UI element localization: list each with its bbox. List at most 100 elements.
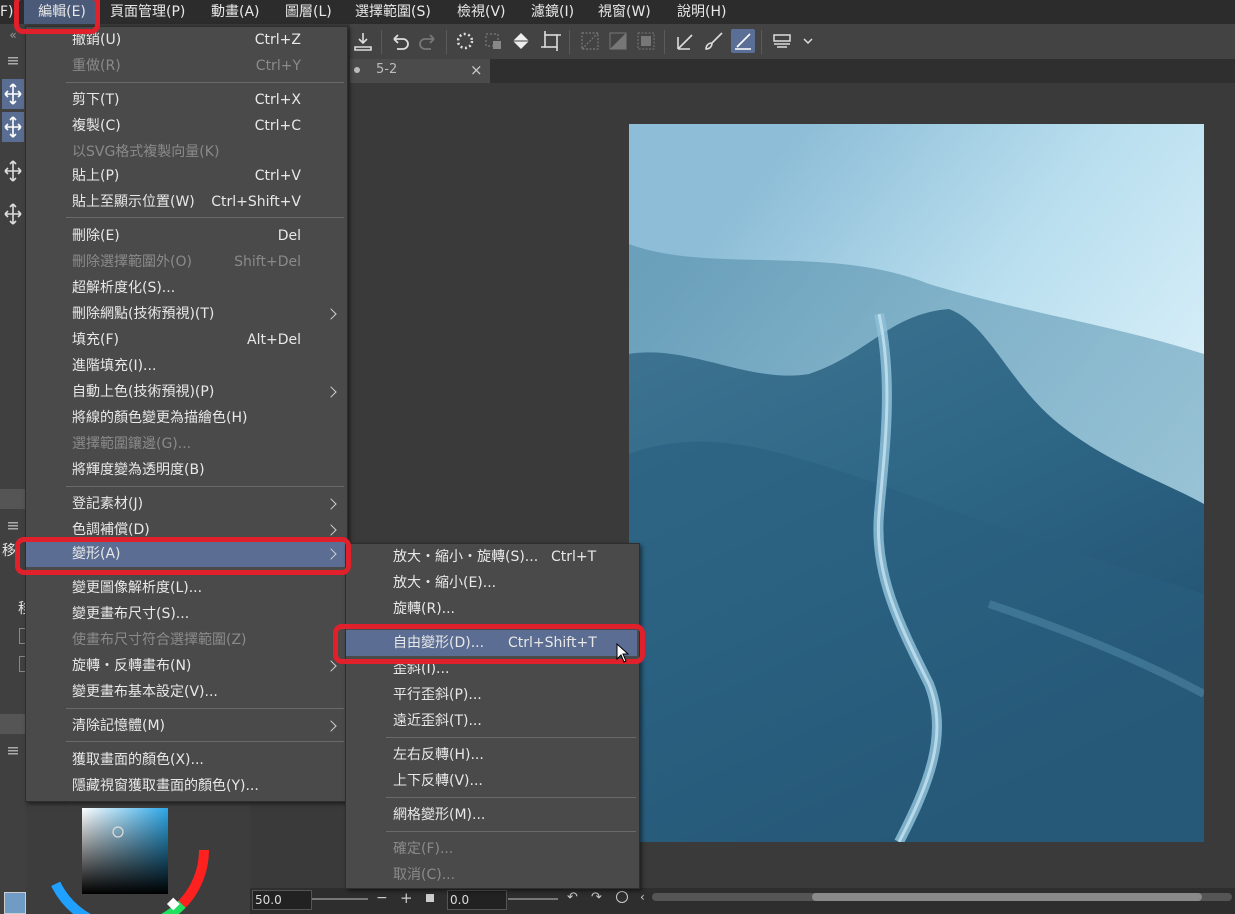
menu-item-shortcut: Ctrl+X: [254, 92, 301, 108]
line-pen-icon[interactable]: [674, 29, 698, 53]
move-grid-button[interactable]: [2, 199, 24, 229]
transform-menu-item[interactable]: 左右反轉(H)...: [346, 742, 637, 768]
edit-menu-item[interactable]: 貼上至顯示位置(W) Ctrl+Shift+V: [26, 189, 345, 215]
rotate-right-icon[interactable]: ↷: [591, 890, 605, 905]
edit-menu-item[interactable]: 將輝度變為透明度(B): [26, 457, 345, 483]
menu-item-label: 貼上(P): [72, 168, 120, 184]
edit-menu-item[interactable]: 複製(C) Ctrl+C: [26, 113, 345, 139]
move-icon: [4, 83, 22, 105]
edit-menu-item[interactable]: 將線的顏色變更為描繪色(H): [26, 405, 345, 431]
zoom-out-button[interactable]: −: [376, 890, 388, 906]
ruler-icon[interactable]: [578, 29, 602, 53]
submenu-arrow-icon: [325, 498, 337, 510]
layer-settings-icon[interactable]: [770, 29, 794, 53]
transform-menu-item[interactable]: 網格變形(M)...: [346, 802, 637, 828]
color-wheel[interactable]: [26, 800, 250, 914]
submenu-arrow-icon: [325, 720, 337, 732]
gradient-icon[interactable]: [606, 29, 630, 53]
move-icon: [4, 203, 22, 225]
edit-menu-item[interactable]: 旋轉・反轉畫布(N): [26, 653, 345, 679]
move-tool-button[interactable]: [2, 79, 24, 109]
edit-menu-item[interactable]: 變更畫布尺寸(S)...: [26, 601, 345, 627]
edit-menu-item[interactable]: 填充(F) Alt+Del: [26, 327, 345, 353]
panel-label: 移: [2, 543, 16, 559]
menu-window[interactable]: 視窗(W): [598, 0, 651, 24]
transform-menu-item[interactable]: 旋轉(R)...: [346, 596, 637, 622]
zoom-in-button[interactable]: +: [400, 889, 413, 907]
menu-file[interactable]: F): [0, 0, 14, 24]
panel-menu-icon[interactable]: [2, 54, 24, 68]
edit-menu-item[interactable]: 變更圖像解析度(L)...: [26, 575, 345, 601]
edit-menu-item[interactable]: 刪除(E) Del: [26, 223, 345, 249]
edit-menu-item: 使畫布尺寸符合選擇範圍(Z): [26, 627, 345, 653]
zoom-field[interactable]: 50.0: [252, 890, 312, 910]
edit-menu-item[interactable]: 貼上(P) Ctrl+V: [26, 163, 345, 189]
loading-icon[interactable]: [453, 29, 477, 53]
edit-menu-item[interactable]: 隱藏視窗獲取畫面的顏色(Y)...: [26, 773, 345, 799]
menu-selection[interactable]: 選擇範圍(S): [355, 0, 431, 24]
menu-item-label: 清除記憶體(M): [72, 718, 166, 734]
crop-icon[interactable]: [539, 29, 563, 53]
redo-icon[interactable]: [416, 29, 440, 53]
menu-item-label: 旋轉・反轉畫布(N): [72, 658, 192, 674]
tab-close-icon[interactable]: ×: [470, 61, 483, 79]
menu-item-label: 登記素材(J): [72, 496, 144, 512]
menu-help[interactable]: 說明(H): [677, 0, 726, 24]
rotate-field[interactable]: 0.0: [447, 890, 507, 910]
menu-item-label: 以SVG格式複製向量(K): [72, 144, 220, 160]
menu-item-shortcut: Ctrl+V: [254, 168, 301, 184]
artwork-canvas[interactable]: [629, 124, 1204, 842]
command-bar: [350, 24, 1235, 60]
menu-item-label: 平行歪斜(P)...: [393, 687, 482, 703]
move-object-button[interactable]: [2, 156, 24, 186]
menu-layer[interactable]: 圖層(L): [285, 0, 332, 24]
edit-menu-item[interactable]: 變更畫布基本設定(V)...: [26, 679, 345, 705]
chevron-down-icon[interactable]: [796, 29, 813, 53]
menu-separator: [66, 217, 344, 218]
edit-menu-item[interactable]: 清除記憶體(M): [26, 713, 345, 739]
scroll-left-icon[interactable]: ‹: [640, 890, 645, 904]
main-color-swatch[interactable]: [4, 892, 26, 914]
transform-menu-item[interactable]: 平行歪斜(P)...: [346, 682, 637, 708]
menu-animation[interactable]: 動畫(A): [211, 0, 260, 24]
edit-menu-item[interactable]: 獲取畫面的顏色(X)...: [26, 747, 345, 773]
menu-item-shortcut: Alt+Del: [247, 332, 301, 348]
edit-menu-item[interactable]: 超解析度化(S)...: [26, 275, 345, 301]
edit-menu-item[interactable]: 剪下(T) Ctrl+X: [26, 87, 345, 113]
panel-menu-icon[interactable]: [2, 519, 24, 533]
edit-menu-item: 刪除選擇範圍外(O) Shift+Del: [26, 249, 345, 275]
transform-menu-item[interactable]: 放大・縮小(E)...: [346, 570, 637, 596]
edit-menu-item[interactable]: 自動上色(技術預視)(P): [26, 379, 345, 405]
stop-icon[interactable]: [426, 894, 434, 902]
rotate-slider[interactable]: [508, 898, 558, 900]
rotate-left-icon[interactable]: ↶: [567, 890, 581, 905]
panel-divider: [0, 714, 26, 734]
edit-menu-item[interactable]: 登記素材(J): [26, 491, 345, 517]
fill-icon[interactable]: [509, 29, 533, 53]
brush-icon[interactable]: [702, 29, 726, 53]
clear-icon[interactable]: [481, 29, 505, 53]
undo-icon[interactable]: [388, 29, 412, 53]
transform-menu-item[interactable]: 遠近歪斜(T)...: [346, 708, 637, 734]
frame-icon[interactable]: [634, 29, 658, 53]
menu-view[interactable]: 檢視(V): [457, 0, 506, 24]
horizontal-scrollbar[interactable]: [652, 893, 1232, 901]
menu-item-label: 取消(C)...: [393, 867, 456, 883]
menu-item-shortcut: Del: [277, 228, 301, 244]
document-tab[interactable]: 5-2 ×: [350, 59, 490, 83]
navigator-statusbar: 50.0 − + 0.0 ↶ ↷ ‹: [250, 888, 1235, 914]
edit-menu-item[interactable]: 刪除網點(技術預視)(T): [26, 301, 345, 327]
transform-menu-item[interactable]: 上下反轉(V)...: [346, 768, 637, 794]
menu-filter[interactable]: 濾鏡(I): [531, 0, 574, 24]
export-icon[interactable]: [351, 29, 375, 53]
menu-item-label: 複製(C): [72, 118, 121, 134]
reset-rotation-icon[interactable]: [616, 891, 628, 903]
eraser-pen-icon[interactable]: [731, 29, 755, 53]
menu-page[interactable]: 頁面管理(P): [110, 0, 185, 24]
panel-menu-icon[interactable]: [2, 744, 24, 758]
edit-menu-item[interactable]: 進階填充(I)...: [26, 353, 345, 379]
scrollbar-thumb[interactable]: [812, 893, 1202, 901]
transform-menu-item[interactable]: 放大・縮小・旋轉(S)... Ctrl+T: [346, 544, 637, 570]
zoom-slider[interactable]: [312, 898, 368, 900]
move-layer-button[interactable]: [2, 112, 24, 142]
